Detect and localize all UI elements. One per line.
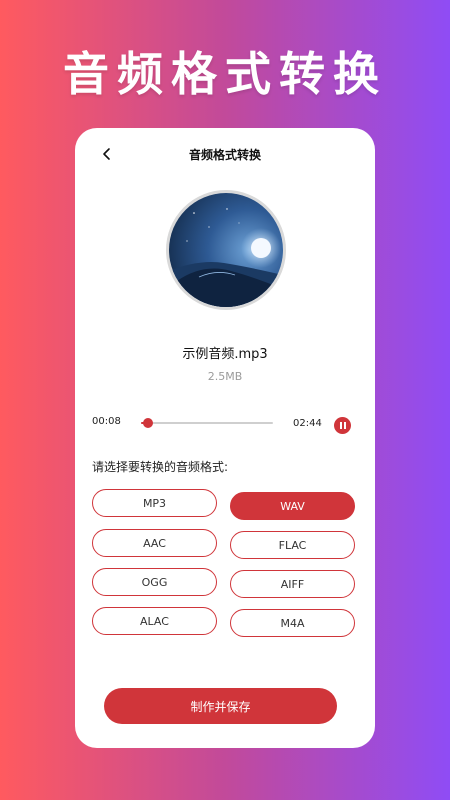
format-option-wav[interactable]: WAV [230,492,355,520]
format-prompt: 请选择要转换的音频格式: [92,460,229,474]
file-name: 示例音频.mp3 [182,347,268,362]
album-cover [166,190,286,310]
phone-screen: 音频格式转换 示例音频.mp3 2.5MB 00:08 02:44 请选择要转换… [75,128,375,748]
format-option-flac[interactable]: FLAC [230,531,355,559]
current-time: 00:08 [92,416,121,427]
format-option-aac[interactable]: AAC [92,529,217,557]
format-option-aiff[interactable]: AIFF [230,570,355,598]
screen-title: 音频格式转换 [188,148,261,162]
file-size: 2.5MB [207,370,243,383]
total-time: 02:44 [293,418,322,429]
pause-button[interactable] [334,417,351,434]
save-button[interactable]: 制作并保存 [104,688,337,724]
format-option-ogg[interactable]: OGG [92,568,217,596]
format-option-mp3[interactable]: MP3 [92,489,217,517]
pause-icon [339,422,342,429]
format-option-m4a[interactable]: M4A [230,609,355,637]
progress-slider[interactable] [141,418,273,428]
promo-title: 音频格式转换 [63,47,387,101]
progress-thumb[interactable] [142,418,153,428]
format-option-alac[interactable]: ALAC [92,607,217,635]
